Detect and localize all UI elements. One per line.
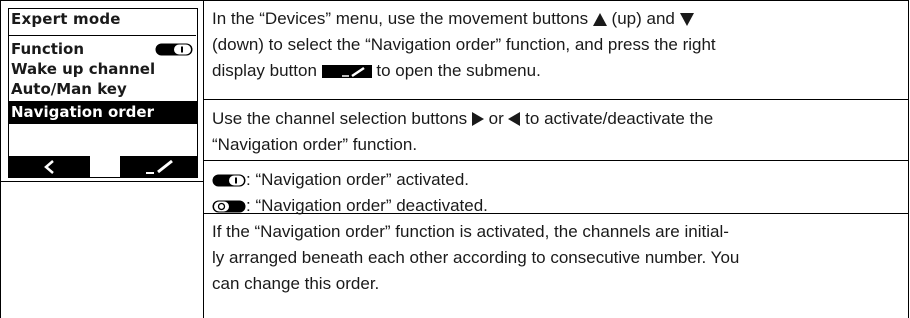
softkey-bar bbox=[8, 156, 198, 178]
text-segment: “Navigation order” function. bbox=[212, 135, 418, 154]
instruction-paragraph-4: If the “Navigation order” function is ac… bbox=[212, 219, 739, 297]
deactivated-label: : “Navigation order” deactivated. bbox=[246, 196, 488, 215]
device-screen: Expert mode Function Wake up channel Aut… bbox=[8, 8, 198, 178]
arrow-up-icon bbox=[592, 13, 607, 26]
text-line: ly arranged beneath each other according… bbox=[212, 248, 740, 267]
screen-title-rule bbox=[8, 35, 196, 36]
toggle-legend: : “Navigation order” activated. : “Navig… bbox=[212, 167, 488, 219]
table-column-divider bbox=[203, 0, 204, 318]
text-line: If the “Navigation order” function is ac… bbox=[212, 222, 729, 241]
arrow-down-icon bbox=[679, 13, 694, 26]
back-softkey[interactable] bbox=[8, 156, 90, 178]
right-display-button-icon bbox=[321, 65, 372, 78]
arrow-right-icon bbox=[471, 112, 484, 126]
text-segment: Use the channel selection buttons bbox=[212, 109, 472, 128]
instruction-paragraph-2: Use the channel selection buttons or to … bbox=[212, 106, 713, 158]
menu-item-label: Auto/Man key bbox=[11, 80, 127, 98]
toggle-on-icon bbox=[155, 43, 193, 56]
edit-pen-icon bbox=[146, 159, 173, 174]
table-row-divider-2 bbox=[204, 160, 909, 161]
activated-label: : “Navigation order” activated. bbox=[246, 170, 469, 189]
toggle-off-icon bbox=[212, 200, 246, 213]
text-line: can change this order. bbox=[212, 274, 380, 293]
menu-item-label: Wake up channel bbox=[11, 60, 156, 78]
table-border-top bbox=[0, 0, 909, 1]
menu-item-navigation-order[interactable]: Navigation order bbox=[8, 101, 198, 124]
toggle-on-icon bbox=[212, 174, 246, 187]
text-segment: or bbox=[483, 109, 509, 128]
text-segment: (up) and bbox=[606, 9, 680, 28]
back-arrow-icon bbox=[44, 160, 54, 174]
table-row-divider-1 bbox=[204, 99, 909, 100]
text-segment: In the “Devices” menu, use the movement … bbox=[212, 9, 593, 28]
text-segment: display button bbox=[212, 61, 322, 80]
text-segment: (down) to select the “Navigation order” … bbox=[212, 35, 716, 54]
screen-title: Expert mode bbox=[11, 10, 121, 28]
text-segment: to open the submenu. bbox=[371, 61, 541, 80]
menu-item-auto-man-key[interactable]: Auto/Man key bbox=[8, 78, 198, 101]
menu-item-label: Navigation order bbox=[11, 103, 154, 121]
text-segment: to activate/deactivate the bbox=[520, 109, 714, 128]
edit-softkey[interactable] bbox=[120, 156, 198, 178]
menu-item-label: Function bbox=[11, 40, 85, 58]
table-border-left bbox=[0, 0, 1, 318]
instruction-paragraph-1: In the “Devices” menu, use the movement … bbox=[212, 6, 716, 84]
table-border-right bbox=[908, 0, 909, 318]
arrow-left-icon bbox=[508, 112, 521, 126]
table-cell-bottom-rule bbox=[0, 181, 204, 182]
